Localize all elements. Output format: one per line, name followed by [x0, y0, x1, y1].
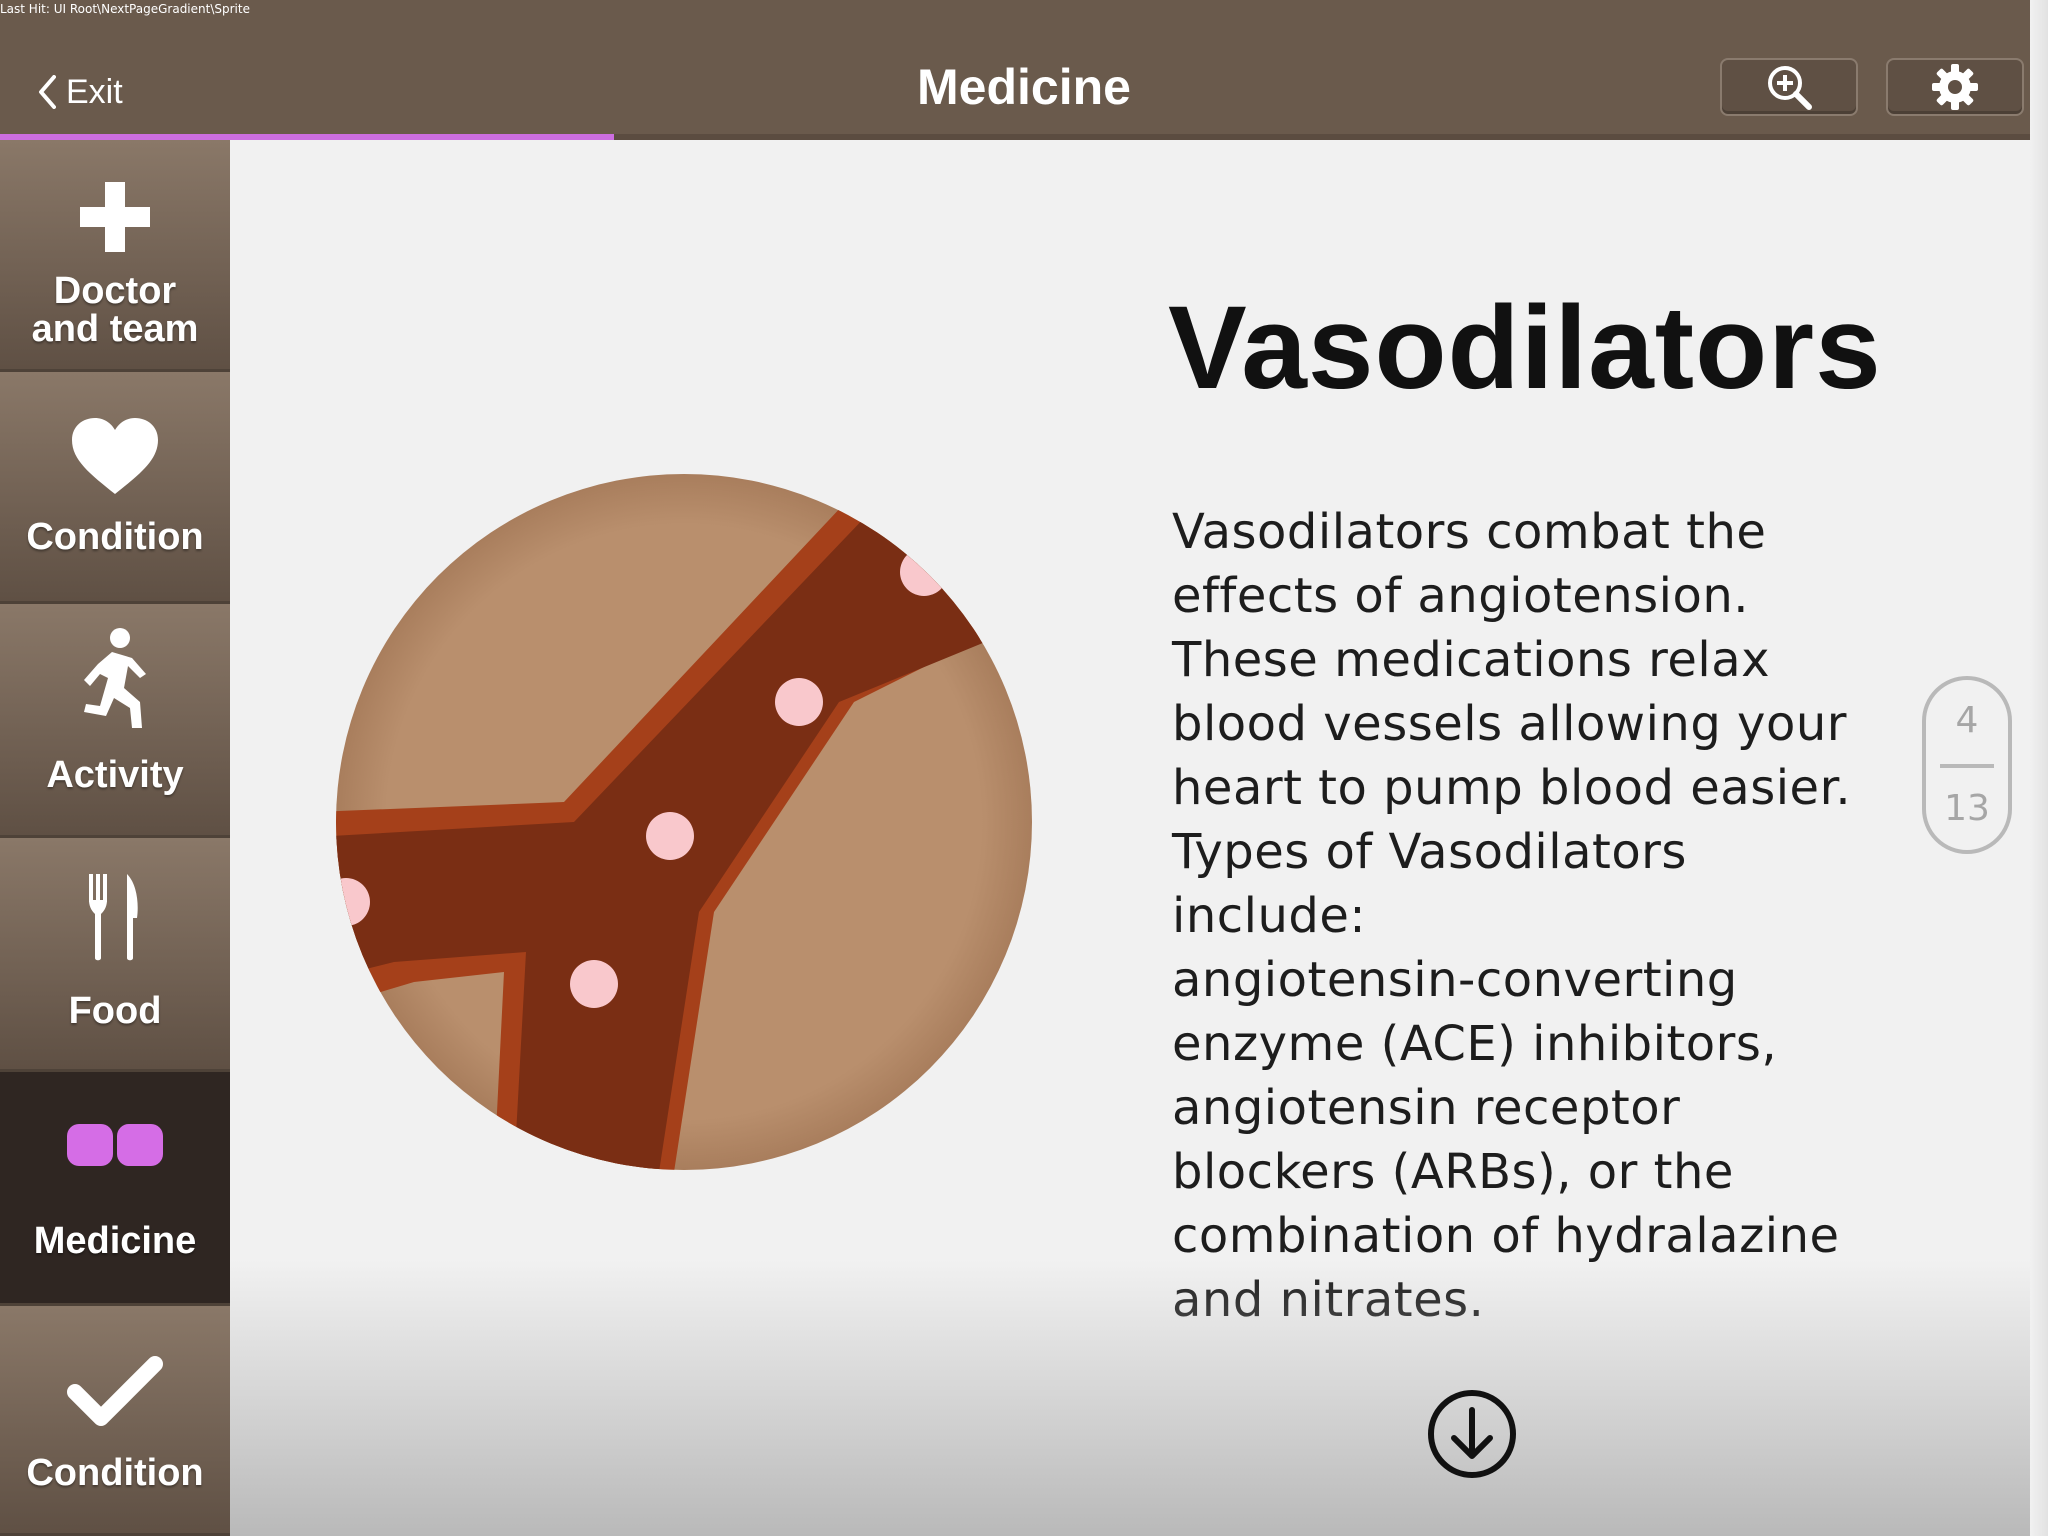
sidebar-item-label: Food	[68, 990, 162, 1032]
page-counter: 4 13	[1922, 676, 2012, 854]
blood-cell	[570, 960, 618, 1008]
blood-cell	[900, 548, 948, 596]
plus-icon	[0, 182, 230, 252]
zoom-button[interactable]	[1720, 58, 1858, 116]
sidebar-item-label: Condition	[26, 516, 204, 558]
checkmark-icon	[0, 1356, 230, 1428]
sidebar-item-label: Condition	[26, 1452, 204, 1494]
current-page: 4	[1955, 700, 1979, 741]
blood-cell	[775, 678, 823, 726]
sidebar-item-food[interactable]: Food	[0, 838, 230, 1072]
arrow-down-circle-icon	[1428, 1390, 1516, 1478]
sidebar-item-label: Doctor and team	[31, 270, 199, 350]
total-pages: 13	[1944, 788, 1990, 829]
sidebar-item-condition-check[interactable]: Condition	[0, 1306, 230, 1536]
gear-icon	[1932, 64, 1978, 110]
sidebar-item-activity[interactable]: Activity	[0, 604, 230, 838]
sidebar-item-medicine[interactable]: Medicine	[0, 1072, 230, 1306]
zoom-in-icon	[1768, 66, 1812, 110]
sidebar-item-doctor-and-team[interactable]: Doctor and team	[0, 140, 230, 372]
blood-cell	[646, 812, 694, 860]
article-body: Vasodilators combat the effects of angio…	[1172, 504, 1852, 1328]
next-page-gradient	[230, 1260, 2048, 1536]
heart-icon	[0, 416, 230, 496]
sidebar: Doctor and team Condition Activity Food	[0, 140, 230, 1536]
sidebar-item-label: Activity	[46, 754, 184, 796]
sidebar-item-label: Medicine	[33, 1220, 197, 1262]
article-title: Vasodilators	[1168, 282, 1882, 414]
blood-vessel-illustration	[334, 472, 1034, 1177]
top-bar: Exit Medicine	[0, 0, 2048, 140]
edge-strip	[2030, 0, 2048, 1536]
pill-icon	[0, 1124, 230, 1166]
scroll-down-button[interactable]	[1426, 1388, 1518, 1480]
fork-knife-icon	[0, 874, 230, 962]
sidebar-item-condition[interactable]: Condition	[0, 372, 230, 604]
settings-button[interactable]	[1886, 58, 2024, 116]
running-person-icon	[0, 628, 230, 732]
page-divider	[1940, 764, 1994, 768]
debug-hit-label: Last Hit: UI Root\NextPageGradient\Sprit…	[0, 2, 250, 16]
